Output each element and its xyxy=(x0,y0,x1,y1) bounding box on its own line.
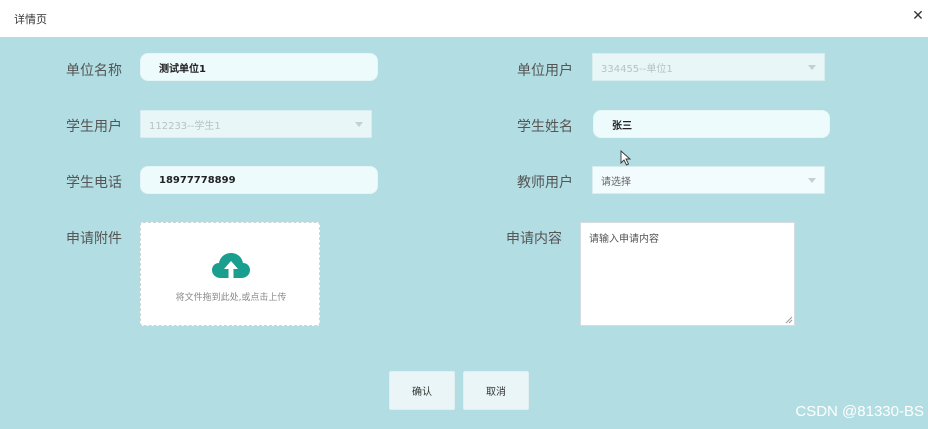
unit-user-select[interactable]: 334455--单位1 xyxy=(592,53,825,81)
unit-user-label: 单位用户 xyxy=(517,63,573,79)
student-name-label: 学生姓名 xyxy=(517,119,573,135)
student-name-value: 张三 xyxy=(612,120,632,132)
dialog-header: 详情页 ✕ xyxy=(0,0,928,37)
student-phone-input[interactable]: 18977778899 xyxy=(140,166,378,194)
unit-name-input[interactable]: 测试单位1 xyxy=(140,53,378,81)
upload-dropzone[interactable]: 将文件拖到此处,或点击上传 xyxy=(140,222,320,326)
unit-user-value: 334455--单位1 xyxy=(601,63,673,75)
dialog-title: 详情页 xyxy=(14,13,47,26)
attachment-label: 申请附件 xyxy=(66,231,122,247)
content-placeholder: 请输入申请内容 xyxy=(589,234,659,245)
content-textarea[interactable]: 请输入申请内容 xyxy=(580,222,795,326)
student-phone-value: 18977778899 xyxy=(159,174,236,186)
watermark: CSDN @81330-BS xyxy=(795,403,924,420)
chevron-down-icon xyxy=(355,122,363,127)
student-user-select[interactable]: 112233--学生1 xyxy=(140,110,372,138)
student-name-input[interactable]: 张三 xyxy=(593,110,830,138)
unit-name-label: 单位名称 xyxy=(66,63,122,79)
student-user-label: 学生用户 xyxy=(66,119,122,135)
mouse-cursor-icon xyxy=(620,150,632,166)
student-user-value: 112233--学生1 xyxy=(149,120,221,132)
close-icon[interactable]: ✕ xyxy=(910,8,926,24)
teacher-user-placeholder: 请选择 xyxy=(601,176,631,188)
cloud-upload-icon xyxy=(212,253,250,278)
confirm-button[interactable]: 确认 xyxy=(389,371,455,410)
upload-hint: 将文件拖到此处,或点击上传 xyxy=(175,293,287,303)
unit-name-value: 测试单位1 xyxy=(159,63,206,75)
content-label: 申请内容 xyxy=(506,231,562,247)
resize-handle-icon[interactable] xyxy=(785,316,793,324)
student-phone-label: 学生电话 xyxy=(66,175,122,191)
teacher-user-label: 教师用户 xyxy=(517,175,573,191)
teacher-user-select[interactable]: 请选择 xyxy=(592,166,825,194)
chevron-down-icon xyxy=(808,178,816,183)
cancel-button[interactable]: 取消 xyxy=(463,371,529,410)
chevron-down-icon xyxy=(808,65,816,70)
